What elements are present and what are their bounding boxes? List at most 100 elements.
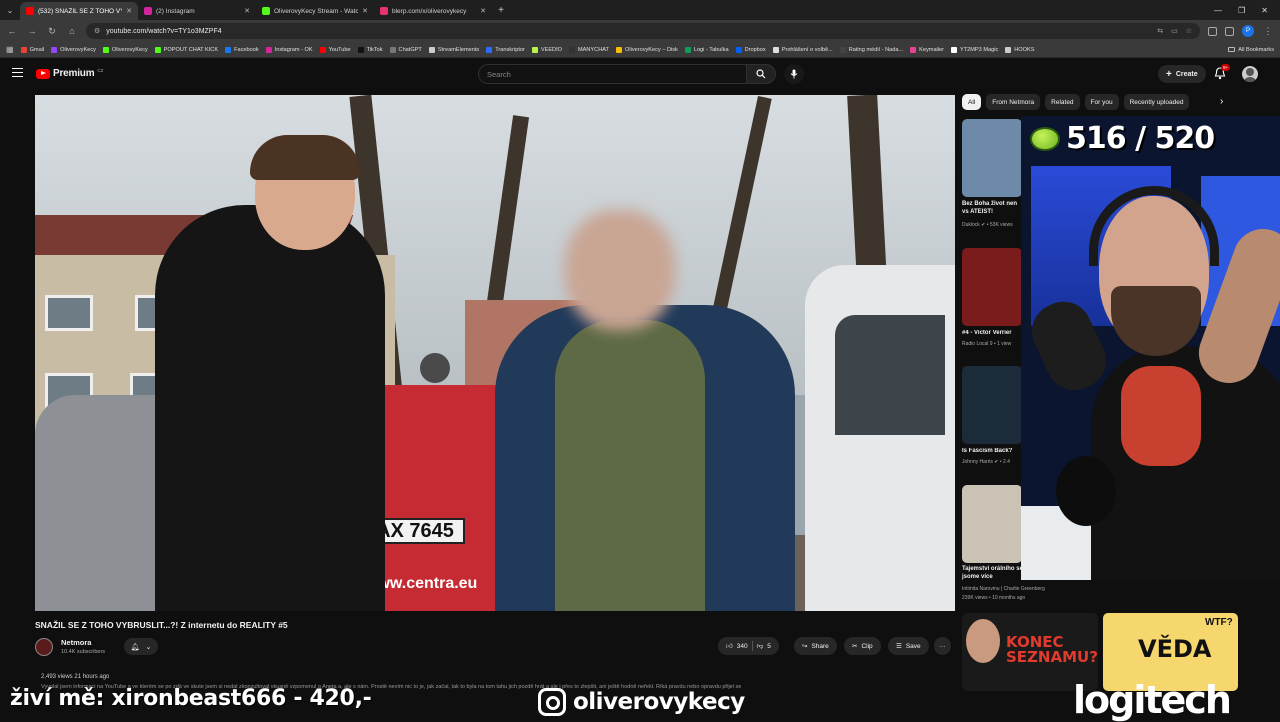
van-window xyxy=(835,315,945,435)
bookmark-favicon-icon xyxy=(357,46,364,53)
reload-icon[interactable]: ↻ xyxy=(46,26,58,37)
bookmark-item[interactable]: HOOKS xyxy=(1005,46,1034,53)
forward-icon[interactable]: → xyxy=(26,26,38,36)
recommendation-thumbnail[interactable] xyxy=(962,366,1022,444)
tab-close-icon[interactable]: ✕ xyxy=(480,7,486,15)
minimize-icon[interactable]: — xyxy=(1214,6,1222,15)
bookmark-item[interactable]: YouTube xyxy=(319,46,351,53)
interviewer-hair xyxy=(250,135,360,180)
bookmark-item[interactable]: OliverovyKecy xyxy=(51,46,96,53)
bookmark-item[interactable]: OliverovyKecy – Disk xyxy=(615,46,678,53)
tab-close-icon[interactable]: ✕ xyxy=(126,7,132,15)
bookmark-item[interactable]: YT2MP3 Magic xyxy=(951,46,998,53)
chip-from-channel[interactable]: From Netmora xyxy=(986,94,1041,110)
bookmark-item[interactable]: Gmail xyxy=(20,46,45,53)
recommendation-thumbnail[interactable] xyxy=(962,119,1022,197)
bookmark-favicon-icon xyxy=(910,46,917,53)
bookmark-item[interactable]: VEEDIO xyxy=(531,46,562,53)
tab-close-icon[interactable]: ✕ xyxy=(244,7,250,15)
new-tab-button[interactable]: + xyxy=(492,5,510,16)
bookmark-star-icon[interactable]: ☆ xyxy=(1186,27,1192,35)
restore-icon[interactable]: ❐ xyxy=(1238,6,1245,15)
bookmark-item[interactable]: OliverovyKecy xyxy=(102,46,148,53)
chip-related[interactable]: Related xyxy=(1045,94,1080,110)
search-button[interactable] xyxy=(746,64,776,84)
bookmark-label: Logi - Tabulka xyxy=(693,46,729,53)
subscription-bell-button[interactable]: 🔔︎ ⌄ xyxy=(124,638,158,655)
bookmark-label: ChatGPT xyxy=(398,46,422,53)
youtube-play-icon xyxy=(36,68,50,79)
bookmark-label: Facebook xyxy=(234,46,259,53)
browser-tab-kick[interactable]: OliverovyKecy Stream - Watch ✕ xyxy=(256,2,374,20)
bookmark-item[interactable]: Facebook xyxy=(225,46,259,53)
bookmark-label: Gmail xyxy=(29,46,45,53)
bookmark-item[interactable]: Prohlášení o volbě... xyxy=(772,46,833,53)
bookmark-favicon-icon xyxy=(772,46,779,53)
browser-tab-instagram[interactable]: (2) Instagram ✕ xyxy=(138,2,256,20)
recommendation-thumbnail[interactable] xyxy=(962,248,1022,326)
youtube-premium-logo[interactable]: Premium CZ xyxy=(36,68,103,79)
recommendation-title[interactable]: Bez Boha život nen vs ATEIST! xyxy=(962,201,1022,217)
subscriber-count: 10.4K subscribers xyxy=(61,649,106,655)
chips-next-icon[interactable]: › xyxy=(1220,96,1223,107)
all-bookmarks-button[interactable]: All Bookmarks xyxy=(1228,47,1274,53)
bookmark-favicon-icon xyxy=(428,46,435,53)
bookmark-item[interactable]: Instagram - OK xyxy=(265,46,313,53)
home-icon[interactable]: ⌂ xyxy=(66,26,78,36)
recommendation-title[interactable]: #4 - Victor Verrier xyxy=(962,330,1022,338)
voice-search-button[interactable] xyxy=(784,64,804,84)
cast-icon[interactable]: ▭ xyxy=(1171,27,1178,35)
menu-kebab-icon[interactable]: ⋮ xyxy=(1262,26,1274,37)
video-player[interactable]: AX 7645 www.centra.eu xyxy=(35,95,955,611)
clip-button[interactable]: ✂ Clip xyxy=(844,637,881,655)
bookmark-favicon-icon xyxy=(531,46,538,53)
like-button[interactable]: 👍︎ 340 xyxy=(726,642,748,651)
browser-tab-blerp[interactable]: blerp.com/x/oliverovykecy ✕ xyxy=(374,2,492,20)
recommendation-thumbnail[interactable] xyxy=(962,485,1022,563)
bookmark-item[interactable]: POPOUT CHAT KICK xyxy=(154,46,218,53)
close-window-icon[interactable]: ✕ xyxy=(1261,6,1268,15)
dislike-count: 5 xyxy=(767,642,771,650)
bookmark-item[interactable]: Logi - Tabulka xyxy=(684,46,729,53)
create-button[interactable]: + Create xyxy=(1158,65,1206,83)
channel-name[interactable]: Netmora xyxy=(61,638,91,647)
bookmark-item[interactable]: TikTok xyxy=(357,46,383,53)
sidebar-icon[interactable] xyxy=(1225,26,1234,36)
extensions-icon[interactable] xyxy=(1208,26,1217,36)
bookmark-favicon-icon xyxy=(265,46,272,53)
site-info-icon[interactable]: ⚙ xyxy=(94,27,100,35)
bookmark-item[interactable]: Dropbox xyxy=(735,46,766,53)
recommendation-title[interactable]: Is Fascism Back? xyxy=(962,448,1022,456)
youtube-header: Premium CZ Search + Create 9+ xyxy=(0,58,1280,92)
translate-icon[interactable]: ⇆ xyxy=(1157,27,1163,35)
account-avatar[interactable] xyxy=(1242,66,1258,82)
chip-recently-uploaded[interactable]: Recently uploaded xyxy=(1123,94,1190,110)
save-button[interactable]: ☰ Save xyxy=(888,637,929,655)
address-bar[interactable]: ⚙ youtube.com/watch?v=TY1o3MZPF4 ⇆ ▭ ☆ xyxy=(86,23,1200,39)
bookmark-item[interactable]: StreamElements xyxy=(428,46,479,53)
hamburger-menu-icon[interactable] xyxy=(12,68,23,77)
profile-avatar[interactable]: P xyxy=(1242,25,1254,37)
apps-grid-icon[interactable]: ▦ xyxy=(6,45,14,54)
browser-tab-youtube[interactable]: (532) SNAŽIL SE Z TOHO VYBRUS ✕ xyxy=(20,2,138,20)
bookmark-item[interactable]: Transkriptor xyxy=(486,46,525,53)
bookmark-item[interactable]: Keymailer xyxy=(910,46,944,53)
bookmark-item[interactable]: Rating médií - Nada... xyxy=(839,46,903,53)
bookmark-item[interactable]: MANYCHAT xyxy=(569,46,609,53)
share-icon: ↪ xyxy=(802,643,808,650)
channel-avatar[interactable] xyxy=(35,638,53,656)
dislike-button[interactable]: 👎︎ 5 xyxy=(757,642,771,651)
tab-close-icon[interactable]: ✕ xyxy=(362,7,368,15)
tab-search-dropdown[interactable]: ⌄ xyxy=(0,0,20,20)
chip-for-you[interactable]: For you xyxy=(1084,94,1119,110)
back-icon[interactable]: ← xyxy=(6,26,18,36)
bookmark-label: OliverovyKecy – Disk xyxy=(624,46,678,53)
bookmark-label: OliverovyKecy xyxy=(111,46,148,53)
share-button[interactable]: ↪ Share xyxy=(794,637,837,655)
chip-all[interactable]: All xyxy=(962,94,982,110)
more-actions-button[interactable]: ··· xyxy=(934,637,951,655)
bookmark-item[interactable]: ChatGPT xyxy=(389,46,422,53)
instagram-icon xyxy=(538,688,566,716)
search-input[interactable]: Search xyxy=(478,64,746,84)
bookmark-favicon-icon xyxy=(154,46,161,53)
